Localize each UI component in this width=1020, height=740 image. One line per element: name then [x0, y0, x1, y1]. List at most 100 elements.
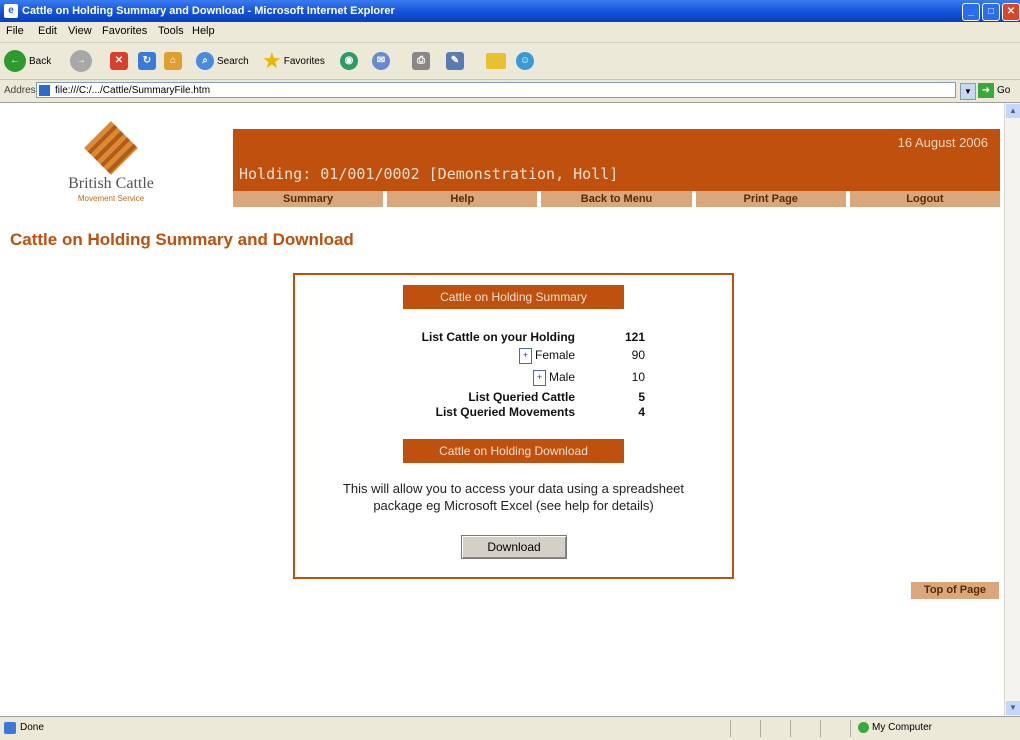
nav-logout[interactable]: Logout	[849, 191, 1001, 207]
messenger-button[interactable]: ☺	[516, 49, 534, 73]
logo-name: British Cattle	[68, 175, 154, 192]
download-button[interactable]: Download	[461, 535, 567, 559]
stop-icon: ✕	[110, 52, 128, 70]
edit-icon: ✎	[446, 52, 464, 70]
mail-icon: ✉	[372, 52, 390, 70]
summary-row[interactable]: List Queried Cattle 5	[335, 389, 675, 405]
nav-back-to-menu[interactable]: Back to Menu	[541, 191, 692, 207]
summary-row-value: 5	[638, 390, 645, 404]
minimize-button[interactable]: _	[962, 3, 980, 21]
edit-button[interactable]: ✎	[446, 49, 464, 73]
folder-button[interactable]	[486, 49, 506, 73]
logo-subtitle: Movement Service	[77, 194, 145, 203]
media-button[interactable]: ◉	[340, 49, 358, 73]
close-button[interactable]: ✕	[1002, 3, 1020, 21]
address-dropdown-button[interactable]: ▼	[960, 83, 976, 100]
status-divider	[850, 720, 851, 737]
summary-row-label[interactable]: List Queried Movements	[436, 404, 575, 420]
download-header: Cattle on Holding Download	[403, 439, 624, 463]
menu-tools[interactable]: Tools	[158, 25, 184, 37]
forward-button[interactable]: →	[70, 49, 92, 73]
stop-button[interactable]: ✕	[110, 49, 128, 73]
vertical-scrollbar[interactable]: ▲ ▼	[1004, 103, 1020, 716]
home-icon: ⌂	[164, 52, 182, 70]
status-divider	[790, 720, 791, 737]
banner-date: 16 August 2006	[897, 135, 988, 150]
security-zone: My Computer	[872, 722, 933, 733]
summary-row[interactable]: + Female 90	[335, 347, 675, 364]
menu-favorites[interactable]: Favorites	[102, 25, 147, 37]
window-title: Cattle on Holding Summary and Download -…	[22, 5, 395, 17]
messenger-icon: ☺	[516, 52, 534, 70]
expand-icon[interactable]: +	[532, 369, 546, 386]
star-icon: ★	[262, 48, 282, 73]
summary-row[interactable]: List Queried Movements 4	[335, 404, 675, 420]
favorites-button[interactable]: ★ Favorites	[262, 48, 325, 73]
address-bar: Address file:///C:/.../Cattle/SummaryFil…	[0, 80, 1020, 103]
nav-print-page[interactable]: Print Page	[695, 191, 846, 207]
status-text: Done	[20, 722, 44, 733]
ie-icon: e	[4, 4, 18, 18]
logo-diamond-icon	[84, 121, 138, 175]
menu-help[interactable]: Help	[192, 25, 215, 37]
forward-arrow-icon: →	[70, 50, 92, 72]
download-description: This will allow you to access your data …	[295, 480, 732, 514]
address-input[interactable]: file:///C:/.../Cattle/SummaryFile.htm	[36, 82, 956, 98]
menu-bar: File Edit View Favorites Tools Help	[0, 22, 1020, 43]
scroll-up-icon[interactable]: ▲	[1006, 104, 1020, 118]
summary-row-label[interactable]: List Queried Cattle	[468, 389, 575, 405]
folder-icon	[486, 53, 506, 69]
go-arrow-icon[interactable]: ➜	[978, 83, 994, 98]
address-url: file:///C:/.../Cattle/SummaryFile.htm	[55, 85, 211, 96]
page-content: British Cattle Movement Service 16 Augus…	[0, 103, 1004, 716]
mail-button[interactable]: ✉	[372, 49, 390, 73]
status-page-icon	[4, 722, 16, 734]
print-icon: ⎙	[412, 52, 430, 70]
top-of-page-button[interactable]: Top of Page	[911, 582, 999, 599]
holding-info: Holding: 01/001/0002 [Demonstration, Hol…	[239, 165, 619, 183]
summary-row[interactable]: List Cattle on your Holding 121	[335, 329, 675, 345]
summary-download-panel: Cattle on Holding Summary List Cattle on…	[293, 273, 734, 579]
scroll-down-icon[interactable]: ▼	[1006, 701, 1020, 715]
expand-icon[interactable]: +	[518, 347, 532, 364]
home-button[interactable]: ⌂	[164, 49, 182, 73]
summary-row-value: 121	[624, 330, 645, 344]
menu-edit[interactable]: Edit	[38, 25, 57, 37]
print-button[interactable]: ⎙	[412, 49, 430, 73]
summary-row[interactable]: + Male 10	[335, 369, 675, 386]
download-description-line: package eg Microsoft Excel (see help for…	[373, 498, 654, 513]
nav-summary[interactable]: Summary	[233, 191, 384, 207]
download-description-line: This will allow you to access your data …	[342, 481, 685, 496]
my-computer-icon	[858, 722, 869, 733]
summary-row-label[interactable]: List Cattle on your Holding	[422, 329, 575, 345]
nav-help[interactable]: Help	[387, 191, 538, 207]
media-icon: ◉	[340, 52, 358, 70]
search-button[interactable]: ⌕ Search	[196, 49, 249, 73]
go-label[interactable]: Go	[997, 85, 1010, 96]
window-titlebar: e Cattle on Holding Summary and Download…	[0, 0, 1020, 22]
back-arrow-icon: ←	[4, 50, 26, 72]
menu-file[interactable]: File	[6, 25, 24, 37]
summary-row-value: 90	[631, 348, 645, 362]
british-cattle-logo: British Cattle Movement Service	[56, 121, 166, 203]
page-icon	[39, 85, 50, 96]
maximize-button[interactable]: □	[982, 3, 1000, 21]
summary-row-value: 10	[631, 370, 645, 384]
status-divider	[760, 720, 761, 737]
summary-row-value: 4	[638, 405, 645, 419]
refresh-button[interactable]: ↻	[138, 49, 156, 73]
summary-row-label[interactable]: + Female	[518, 347, 575, 364]
favorites-label: Favorites	[283, 55, 325, 67]
menu-view[interactable]: View	[68, 25, 92, 37]
status-divider	[730, 720, 731, 737]
back-button[interactable]: ← Back	[4, 49, 51, 73]
summary-header: Cattle on Holding Summary	[403, 285, 624, 309]
search-label: Search	[217, 55, 249, 67]
back-label: Back	[29, 55, 52, 67]
status-divider	[820, 720, 821, 737]
refresh-icon: ↻	[138, 52, 156, 70]
page-title: Cattle on Holding Summary and Download	[10, 230, 354, 249]
status-bar: Done My Computer	[0, 716, 1020, 740]
summary-row-label[interactable]: + Male	[532, 369, 575, 386]
search-icon: ⌕	[196, 52, 214, 70]
